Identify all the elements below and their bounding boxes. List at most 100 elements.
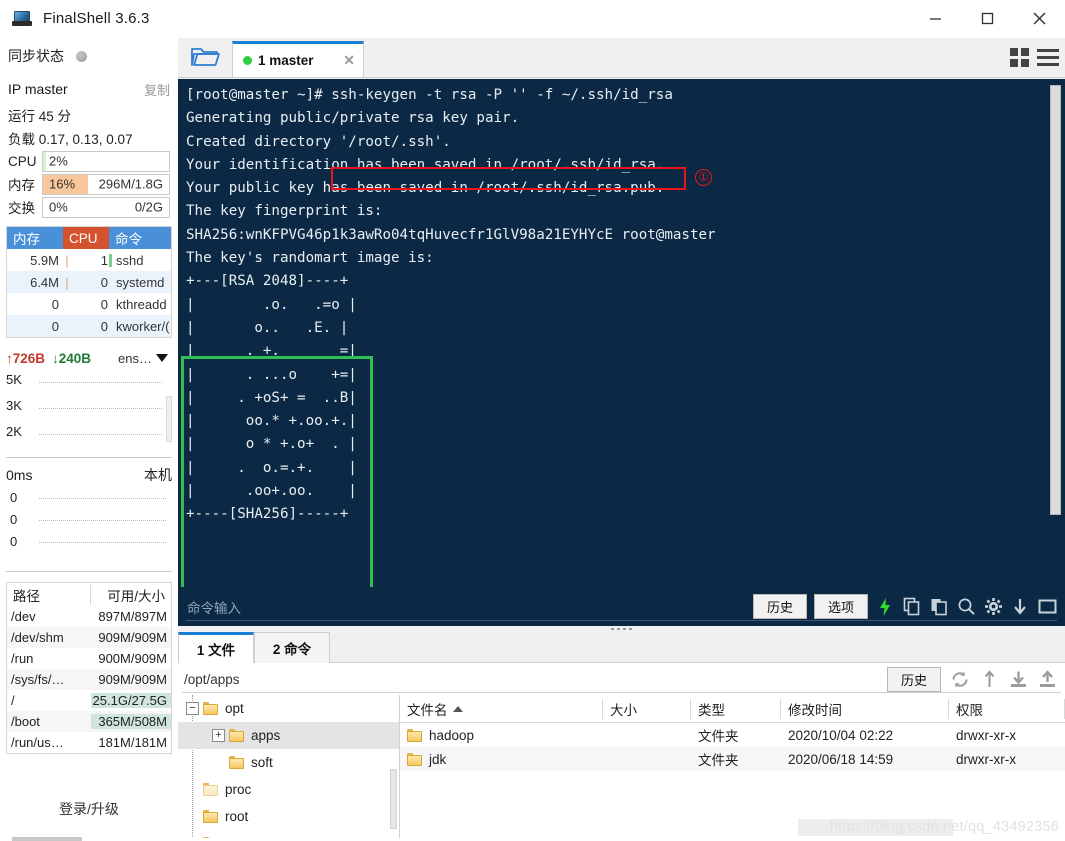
copy-button[interactable]: 复制 — [144, 80, 170, 99]
lightning-icon[interactable] — [875, 596, 895, 618]
tree-scrollbar[interactable] — [390, 769, 397, 829]
download-icon[interactable] — [1010, 596, 1030, 618]
maximize-button[interactable] — [961, 0, 1013, 38]
history-button[interactable]: 历史 — [753, 594, 807, 619]
path-input[interactable]: /opt/apps — [184, 672, 240, 687]
window-title: FinalShell 3.6.3 — [43, 10, 150, 27]
gear-icon[interactable] — [983, 596, 1003, 618]
path-history-button[interactable]: 历史 — [887, 666, 941, 692]
minimize-button[interactable] — [909, 0, 961, 38]
column-header-size[interactable]: 大小 — [603, 698, 691, 719]
tree-node-soft[interactable]: soft — [178, 749, 399, 776]
bottom-scrollbar[interactable] — [12, 837, 82, 841]
process-row[interactable]: 6.4M | 0 systemd — [7, 271, 171, 293]
process-cpu: 0 — [100, 318, 108, 334]
tab-files[interactable]: 1 文件 — [178, 632, 254, 663]
sort-ascending-icon — [452, 705, 463, 712]
download-file-icon[interactable] — [1008, 668, 1028, 690]
disk-size: 365M/508M — [91, 714, 171, 729]
disk-path: /run/us… — [11, 735, 64, 750]
disk-row[interactable]: /run 900M/909M — [7, 648, 171, 669]
terminal-output[interactable]: [root@master ~]# ssh-keygen -t rsa -P ''… — [178, 79, 1065, 587]
terminal-line: SHA256:wnKFPVG46p1k3awRo04tqHuvecfr1GlV9… — [186, 226, 716, 243]
column-header-filename[interactable]: 文件名 — [400, 698, 603, 719]
terminal-line: | . +oS+ = ..B| — [186, 389, 357, 406]
close-button[interactable] — [1013, 0, 1065, 38]
command-input[interactable]: 命令输入 — [187, 597, 241, 617]
process-row[interactable]: 0 0 kthreadd — [7, 293, 171, 315]
options-button[interactable]: 选项 — [814, 594, 868, 619]
grid-layout-icon[interactable] — [1010, 47, 1029, 67]
upload-file-icon[interactable] — [1037, 668, 1057, 690]
transfer-icon[interactable] — [979, 668, 999, 690]
file-row[interactable]: jdk 文件夹 2020/06/18 14:59 drwxr-xr-x — [400, 747, 1065, 771]
network-interface-selector[interactable]: ens… — [118, 351, 172, 366]
tree-node-label: root — [225, 809, 249, 824]
column-header-type[interactable]: 类型 — [691, 698, 781, 719]
process-cpu: 0 — [100, 274, 108, 290]
refresh-icon[interactable] — [950, 668, 970, 690]
directory-tree[interactable]: −opt+appssoftprocrootrunsbin — [178, 695, 400, 841]
search-icon[interactable] — [956, 596, 976, 618]
tree-node-label: proc — [225, 782, 252, 797]
terminal-line: Generating public/private rsa key pair. — [186, 110, 520, 127]
window-icon[interactable] — [1037, 596, 1057, 618]
tree-expander[interactable]: + — [212, 729, 225, 742]
disk-row[interactable]: /dev 897M/897M — [7, 606, 171, 627]
process-memory: 5.9M — [30, 252, 59, 268]
folder-icon — [407, 728, 422, 742]
ping-local-label: 本机 — [144, 467, 172, 483]
disk-row[interactable]: /boot 365M/508M — [7, 711, 171, 732]
disk-row[interactable]: /run/us… 181M/181M — [7, 732, 171, 753]
memory-spark-icon: | — [65, 274, 69, 290]
file-list-body: hadoop 文件夹 2020/10/04 02:22 drwxr-xr-x jdk 文件… — [400, 723, 1065, 771]
terminal-line: | . o.=.+. | — [186, 459, 357, 476]
session-tab-master[interactable]: 1 master ✕ — [232, 41, 364, 77]
file-row[interactable]: hadoop 文件夹 2020/10/04 02:22 drwxr-xr-x — [400, 723, 1065, 747]
download-rate: ↓240B — [52, 350, 92, 366]
tree-node-root[interactable]: root — [178, 803, 399, 830]
disk-row[interactable]: /dev/shm 909M/909M — [7, 627, 171, 648]
process-header-mem[interactable]: 内存 — [7, 227, 63, 249]
connected-status-icon — [243, 56, 252, 65]
column-header-modified[interactable]: 修改时间 — [781, 698, 949, 719]
disk-path: /dev/shm — [11, 630, 64, 645]
login-upgrade-link[interactable]: 登录/升级 — [0, 799, 178, 819]
process-command: kthreadd — [116, 296, 167, 312]
disk-header-path[interactable]: 路径 — [7, 584, 91, 605]
terminal-line: Your public key has been saved in /root/… — [186, 180, 665, 197]
file-list[interactable]: 文件名 大小 类型 修改时间 权限 hadoop 文件夹 2020/10/04 02… — [400, 695, 1065, 841]
ping-latency: 0ms — [6, 467, 33, 483]
chevron-down-icon — [156, 354, 168, 362]
process-header-cpu[interactable]: CPU — [63, 227, 109, 249]
copy-icon[interactable] — [902, 596, 922, 618]
tab-commands[interactable]: 2 命令 — [254, 632, 330, 663]
process-row[interactable]: 0 0 kworker/( — [7, 315, 171, 337]
network-chart-scrollbar[interactable] — [166, 396, 172, 442]
disk-path: /boot — [11, 714, 40, 729]
column-header-permissions[interactable]: 权限 — [949, 698, 1065, 719]
terminal-scrollbar[interactable] — [1050, 85, 1061, 515]
tree-node-apps[interactable]: + apps — [178, 722, 399, 749]
net-tick-1: 3K — [6, 398, 22, 413]
paste-icon[interactable] — [929, 596, 949, 618]
process-row[interactable]: 5.9M | 1 sshd — [7, 249, 171, 271]
folder-icon — [203, 702, 218, 715]
disk-header-size[interactable]: 可用/大小 — [91, 585, 171, 605]
tree-expander[interactable]: − — [186, 702, 199, 715]
process-header-cmd[interactable]: 命令 — [109, 227, 171, 249]
tree-node-proc[interactable]: proc — [178, 776, 399, 803]
disk-row[interactable]: /sys/fs/… 909M/909M — [7, 669, 171, 690]
tree-node-opt[interactable]: − opt — [178, 695, 399, 722]
terminal-line: Your identification has been saved in /r… — [186, 156, 665, 173]
process-table-header: 内存 CPU 命令 — [7, 227, 171, 249]
ping-stats-row: 0ms 本机 — [6, 462, 172, 488]
tab-close-icon[interactable]: ✕ — [333, 52, 355, 69]
list-layout-icon[interactable] — [1037, 48, 1059, 66]
disk-row[interactable]: / 25.1G/27.5G — [7, 690, 171, 711]
tree-node-label: opt — [225, 701, 244, 716]
path-bar: /opt/apps 历史 — [178, 663, 1065, 695]
process-table: 内存 CPU 命令 5.9M | 1 sshd 6.4M | 0 systemd 0 0 kthre… — [6, 226, 172, 338]
open-folder-icon[interactable] — [178, 37, 232, 77]
process-memory: 6.4M — [30, 274, 59, 290]
